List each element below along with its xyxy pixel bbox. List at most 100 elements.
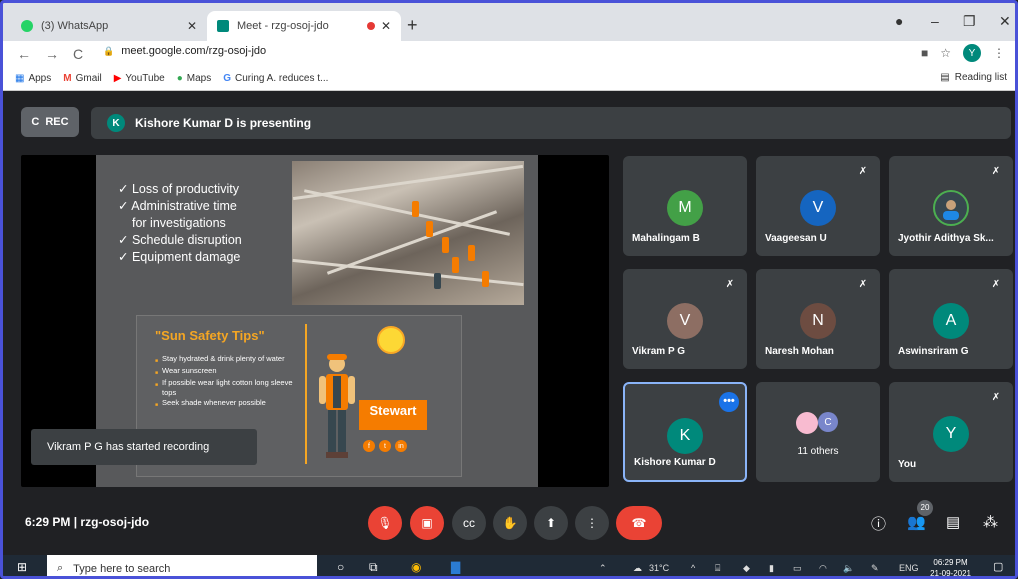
recording-dot-icon — [366, 22, 375, 30]
minimize-button[interactable]: – — [931, 13, 939, 29]
participant-tile[interactable]: ✗ A Aswinsriram G — [889, 269, 1013, 369]
new-tab-button[interactable]: + — [407, 15, 418, 36]
participant-tile[interactable]: M Mahalingam B — [623, 156, 747, 256]
address-bar-actions: ■ ☆ Y ⋮ — [921, 44, 1005, 62]
camera-off-icon: ▣ — [421, 516, 433, 530]
forward-icon[interactable]: → — [45, 46, 59, 62]
recording-icon: C — [31, 116, 40, 128]
participant-name: Naresh Mohan — [765, 346, 834, 357]
bookmark-curing[interactable]: G Curing A. reduces t... — [223, 73, 328, 84]
reading-list-button[interactable]: ▤ Reading list — [940, 72, 1007, 83]
participant-tile[interactable]: ✗ Jyothir Adithya Sk... — [889, 156, 1013, 256]
tab-whatsapp[interactable]: (3) WhatsApp ✕ — [11, 11, 207, 41]
pen-icon: ✎ — [871, 563, 879, 573]
participant-tile-self[interactable]: ✗ Y You — [889, 382, 1013, 482]
star-icon[interactable]: ☆ — [940, 46, 951, 60]
bookmark-maps[interactable]: ● Maps — [177, 73, 212, 84]
back-icon[interactable]: ← — [17, 46, 31, 62]
show-hidden-icons[interactable]: ^ — [691, 563, 695, 573]
clock-time: 06:29 PM — [933, 558, 968, 567]
meeting-time: 6:29 PM — [25, 515, 71, 529]
menu-icon[interactable]: ⋮ — [993, 46, 1005, 60]
meeting-details-icon[interactable]: ⓘ — [871, 513, 886, 534]
close-window-button[interactable]: ✕ — [999, 13, 1011, 30]
linkedin-icon: in — [395, 440, 407, 452]
app-tray-icon: ◆ — [743, 563, 750, 573]
task-view-icon[interactable]: ⧉ — [369, 560, 378, 575]
close-icon[interactable]: ✕ — [381, 19, 391, 33]
chat-icon[interactable]: ▤ — [946, 513, 960, 531]
meeting-info: 6:29 PM | rzg-osoj-jdo — [25, 515, 150, 529]
chrome-icon[interactable]: ◉ — [411, 560, 421, 574]
presenting-banner: K Kishore Kumar D is presenting — [91, 107, 1011, 139]
url-field[interactable]: 🔒 meet.google.com/rzg-osoj-jdo — [103, 45, 266, 57]
captions-button[interactable]: cc — [452, 506, 486, 540]
present-button[interactable]: ⬆ — [534, 506, 568, 540]
twitter-icon: t — [379, 440, 391, 452]
maximize-button[interactable]: ❐ — [963, 13, 976, 30]
participant-tile[interactable]: ✗ V Vaageesan U — [756, 156, 880, 256]
bookmark-label: Apps — [28, 73, 52, 84]
more-options-icon[interactable]: ••• — [719, 392, 739, 412]
avatar: M — [667, 190, 703, 226]
apps-grid-icon: ▦ — [15, 73, 25, 84]
recording-button[interactable]: C REC — [21, 107, 79, 137]
tab-search-icon[interactable]: ● — [895, 13, 903, 29]
tray-chevron-icon[interactable]: ⌃ — [599, 563, 607, 574]
presenter-avatar: K — [107, 114, 125, 132]
facebook-icon: f — [363, 440, 375, 452]
temperature: 31°C — [649, 563, 670, 573]
person-icon — [943, 200, 959, 220]
participant-name: Jyothir Adithya Sk... — [898, 233, 994, 244]
leave-call-button[interactable]: ☎ — [616, 506, 662, 540]
mic-off-icon: ✗ — [991, 166, 1001, 177]
raise-hand-button[interactable]: ✋ — [493, 506, 527, 540]
windows-taskbar: ⊞ ⌕ Type here to search ○ ⧉ ◉ ▇ ⌃ ☁ 31°C… — [3, 555, 1015, 576]
bullet: for investigations — [132, 216, 226, 230]
notifications-icon[interactable]: ▢ — [993, 560, 1003, 573]
word-icon[interactable]: ▇ — [451, 560, 460, 574]
lock-icon: 🔒 — [103, 45, 115, 56]
taskbar-search[interactable]: ⌕ Type here to search — [47, 555, 317, 576]
tab-title: (3) WhatsApp — [41, 20, 109, 32]
slide-bullets: ✓ Loss of productivity ✓ Administrative … — [118, 181, 242, 266]
more-options-button[interactable]: ⋮ — [575, 506, 609, 540]
participant-tile[interactable]: ✗ N Naresh Mohan — [756, 269, 880, 369]
bookmark-label: Curing A. reduces t... — [235, 73, 329, 84]
tab-meet[interactable]: Meet - rzg-osoj-jdo ✕ — [207, 11, 401, 41]
address-bar: ← → C 🔒 meet.google.com/rzg-osoj-jdo ■ ☆… — [3, 41, 1015, 67]
participant-tile[interactable]: ✗ V Vikram P G — [623, 269, 747, 369]
bookmark-apps[interactable]: ▦ Apps — [15, 73, 51, 84]
search-icon: ⌕ — [57, 562, 64, 574]
windows-start-icon[interactable]: ⊞ — [17, 560, 27, 574]
bullet: ✓ Schedule disruption — [118, 233, 242, 247]
bookmark-gmail[interactable]: M Gmail — [63, 73, 101, 84]
language-indicator[interactable]: ENG — [899, 563, 919, 573]
participant-name: Vikram P G — [632, 346, 685, 357]
bookmark-youtube[interactable]: ▶ YouTube — [114, 73, 165, 84]
avatar: Y — [933, 416, 969, 452]
activities-icon[interactable]: ⁂ — [983, 513, 998, 531]
mic-toggle-button[interactable]: 🎙 — [368, 506, 402, 540]
mic-off-icon: ✗ — [725, 279, 735, 290]
avatar: V — [667, 303, 703, 339]
camera-icon[interactable]: ■ — [921, 46, 928, 60]
sun-tip: Stay hydrated & drink plenty of water — [155, 354, 305, 366]
others-tile[interactable]: C 11 others — [756, 382, 880, 482]
participant-tile-presenter[interactable]: ••• K Kishore Kumar D — [623, 382, 747, 482]
cortana-icon[interactable]: ○ — [337, 560, 344, 574]
recording-label: REC — [45, 116, 69, 128]
camera-toggle-button[interactable]: ▣ — [410, 506, 444, 540]
mic-tray-icon: ▮ — [769, 563, 774, 573]
close-icon[interactable]: ✕ — [187, 19, 197, 33]
others-count: 11 others — [797, 446, 839, 457]
gmail-icon: M — [63, 73, 72, 84]
network-icon: ⌸ — [715, 563, 721, 573]
battery-icon: ▭ — [793, 563, 802, 573]
reload-icon[interactable]: C — [73, 46, 83, 62]
sun-safety-title: "Sun Safety Tips" — [155, 328, 265, 343]
taskbar-clock[interactable]: 06:29 PM 21-09-2021 — [930, 557, 971, 576]
participant-name: Vaageesan U — [765, 233, 827, 244]
recording-toast: Vikram P G has started recording — [31, 429, 257, 465]
profile-avatar[interactable]: Y — [963, 44, 981, 62]
